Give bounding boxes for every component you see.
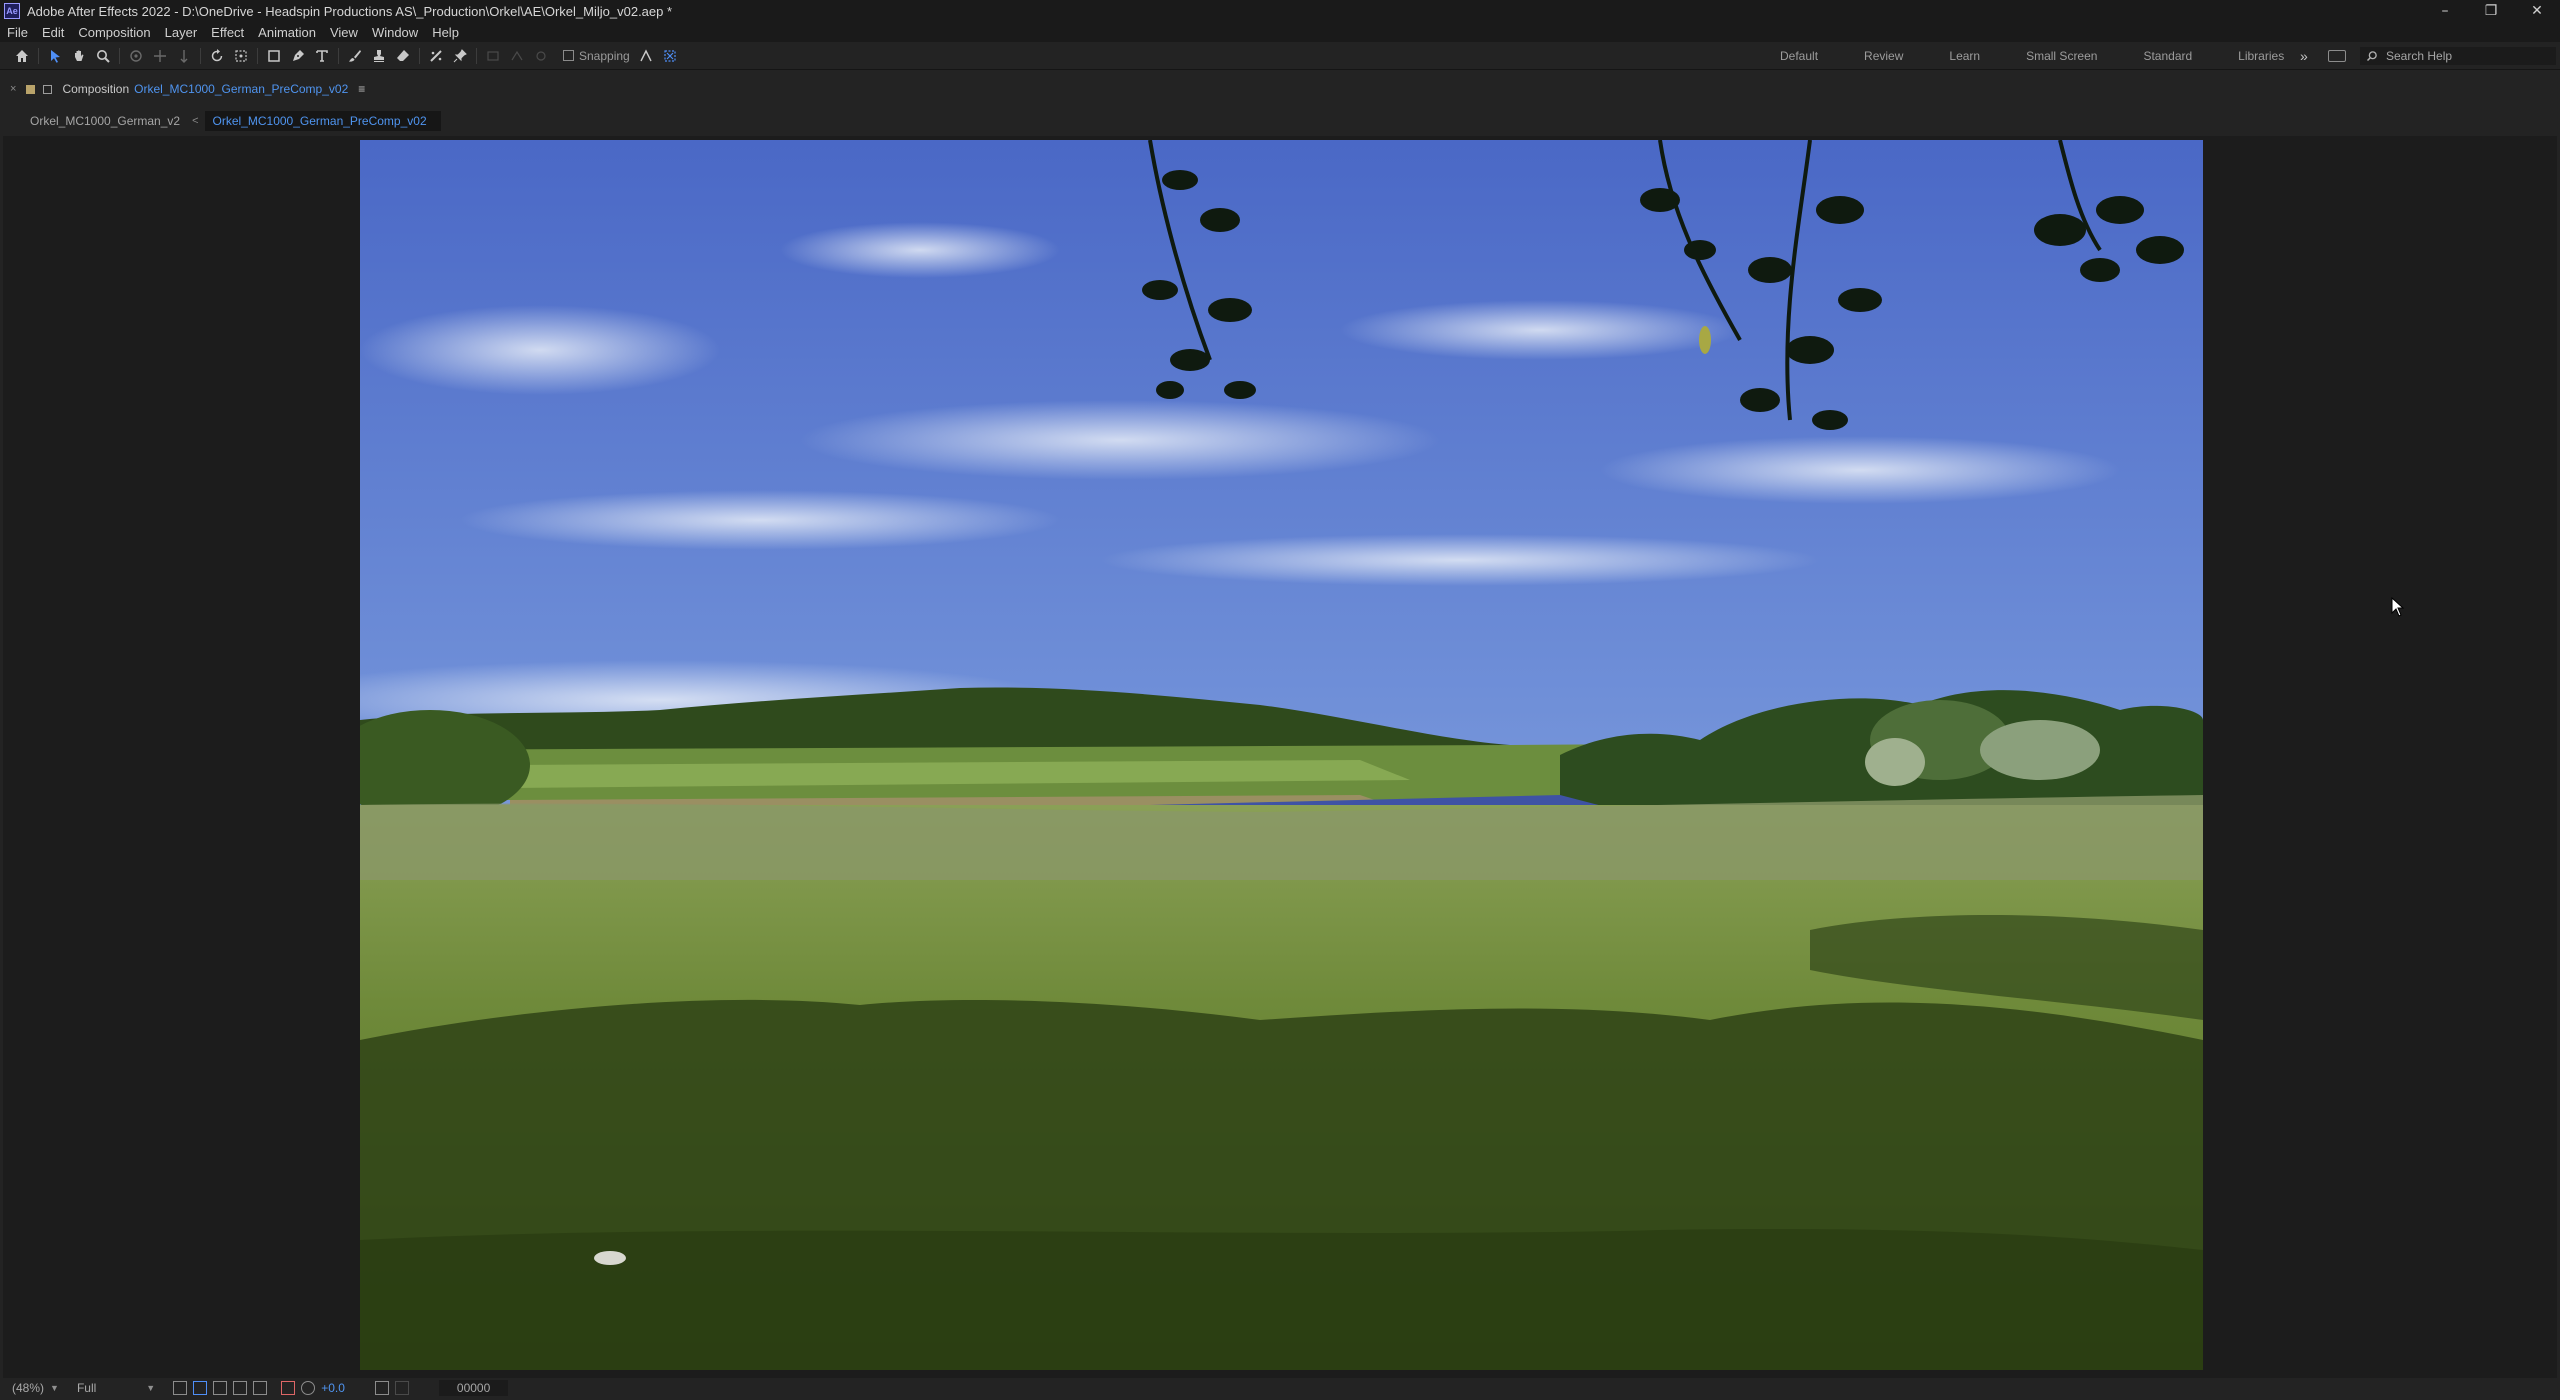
toolbar-divider [338,47,339,64]
align-center-icon [505,44,529,68]
rectangle-icon[interactable] [262,44,286,68]
menu-window[interactable]: Window [372,25,418,40]
rotation-icon[interactable] [205,44,229,68]
guides-icon[interactable] [233,1381,248,1395]
mask-visibility-icon[interactable] [213,1381,228,1395]
brush-icon[interactable] [343,44,367,68]
workspace-learn[interactable]: Learn [1949,49,1980,63]
puppet-pin-icon[interactable] [448,44,472,68]
tools-toolbar: Snapping Default Review Learn Small Scre… [0,42,2560,70]
type-icon[interactable] [310,44,334,68]
workspace-libraries[interactable]: Libraries [2238,49,2284,63]
workspace-small-screen[interactable]: Small Screen [2026,49,2097,63]
panel-title: Composition [62,82,130,96]
workspace-standard[interactable]: Standard [2143,49,2192,63]
pan-behind-icon[interactable] [229,44,253,68]
panel-menu-icon[interactable]: ≡ [358,82,365,96]
grid-icon[interactable] [253,1381,268,1395]
restore-button[interactable]: ❐ [2468,0,2514,22]
clone-stamp-icon[interactable] [367,44,391,68]
menu-layer[interactable]: Layer [165,25,198,40]
region-of-interest-icon[interactable] [173,1381,188,1395]
eraser-icon[interactable] [391,44,415,68]
menu-edit[interactable]: Edit [42,25,64,40]
workspace-review[interactable]: Review [1864,49,1903,63]
transparency-grid-icon[interactable] [193,1381,208,1395]
workspace-switcher: Default Review Learn Small Screen Standa… [1770,42,2284,70]
home-icon[interactable] [10,44,34,68]
toolbar-divider [419,47,420,64]
toolbar-divider [38,47,39,64]
snapping-checkbox[interactable] [563,50,574,61]
panel-color-swatch-icon [26,84,36,94]
chevron-down-icon[interactable]: ▼ [50,1383,59,1393]
menu-bar: File Edit Composition Layer Effect Anima… [0,22,2560,42]
camera-snapshot-icon[interactable] [374,1381,389,1395]
align-right-icon [529,44,553,68]
lock-icon[interactable] [43,84,53,94]
snap-grid-icon[interactable] [658,44,682,68]
window-title: Adobe After Effects 2022 - D:\OneDrive -… [27,3,673,19]
selection-icon[interactable] [43,44,67,68]
roto-brush-icon[interactable] [424,44,448,68]
align-left-icon [481,44,505,68]
close-panel-icon[interactable]: × [10,83,16,95]
current-time-display[interactable]: 00000 [438,1380,509,1396]
exposure-reset-icon[interactable] [301,1381,316,1395]
search-icon [2366,51,2377,62]
zoom-icon[interactable] [91,44,115,68]
exposure-value[interactable]: +0.0 [321,1381,345,1395]
breadcrumb-parent-comp[interactable]: Orkel_MC1000_German_v2 [30,114,180,128]
menu-composition[interactable]: Composition [78,25,150,40]
sync-settings-icon[interactable] [2328,50,2346,62]
toolbar-divider [119,47,120,64]
menu-animation[interactable]: Animation [258,25,316,40]
composition-breadcrumb: Orkel_MC1000_German_v2 < Orkel_MC1000_Ge… [0,110,2560,132]
toolbar-divider [257,47,258,64]
close-button[interactable]: ✕ [2514,0,2560,22]
menu-help[interactable]: Help [432,25,459,40]
resolution-dropdown[interactable]: Full [77,1381,96,1395]
snapping-toggle[interactable]: Snapping [563,49,630,63]
hand-icon[interactable] [67,44,91,68]
dolly-camera-icon[interactable] [172,44,196,68]
toolbar-divider [200,47,201,64]
title-bar: Ae Adobe After Effects 2022 - D:\OneDriv… [0,0,2560,22]
menu-effect[interactable]: Effect [211,25,244,40]
menu-file[interactable]: File [7,25,28,40]
composition-panel-header: × Composition Orkel_MC1000_German_PreCom… [0,76,2560,102]
orbit-camera-icon[interactable] [124,44,148,68]
landscape-footage [360,140,2203,1370]
menu-view[interactable]: View [330,25,358,40]
window-controls: – ❐ ✕ [2422,0,2560,22]
pen-icon[interactable] [286,44,310,68]
toolbar-divider [476,47,477,64]
workspace-default[interactable]: Default [1780,49,1818,63]
after-effects-logo-icon: Ae [4,3,20,19]
snapping-label: Snapping [579,48,630,63]
composition-frame[interactable] [360,140,2203,1370]
composition-dropdown[interactable]: Orkel_MC1000_German_PreComp_v02 [134,82,348,96]
viewer-controls-bar: (48%) ▼ Full ▼ +0.0 00000 [0,1378,2560,1398]
pan-camera-icon[interactable] [148,44,172,68]
minimize-button[interactable]: – [2422,0,2468,22]
snap-options-icon[interactable] [634,44,658,68]
mouse-cursor-icon [2391,597,2405,617]
color-channels-icon[interactable] [281,1381,296,1395]
search-help-field[interactable]: Search Help [2360,47,2556,65]
composition-viewer[interactable] [3,136,2557,1378]
breadcrumb-current-comp[interactable]: Orkel_MC1000_German_PreComp_v02 [204,111,441,131]
chevron-down-icon[interactable]: ▼ [146,1383,155,1393]
breadcrumb-arrow-icon: < [192,115,199,127]
more-workspaces-icon[interactable]: » [2300,42,2308,70]
magnification-dropdown[interactable]: (48%) [12,1381,44,1395]
search-help-placeholder: Search Help [2386,49,2453,63]
show-snapshot-icon[interactable] [394,1381,409,1395]
